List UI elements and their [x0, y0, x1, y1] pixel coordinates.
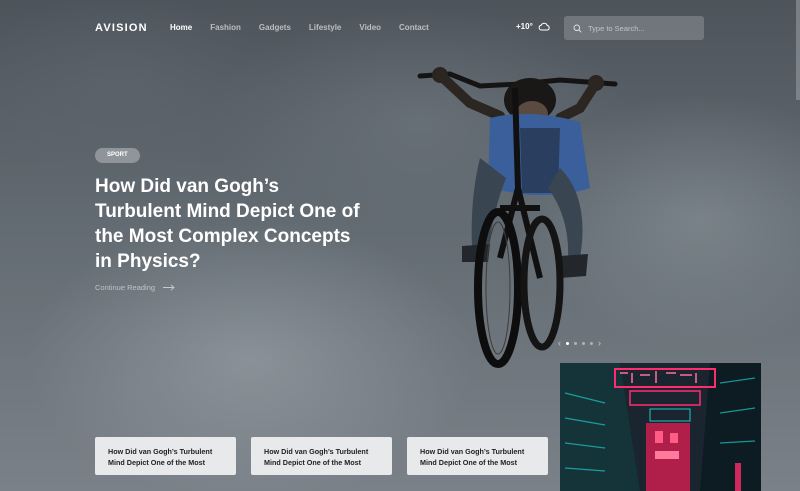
chevron-right-icon[interactable]: › [598, 338, 601, 348]
site-logo[interactable]: AVISION [95, 22, 148, 34]
main-nav: Home Fashion Gadgets Lifestyle Video Con… [170, 23, 447, 32]
slider-dot[interactable] [566, 341, 569, 345]
arrow-right-icon [163, 284, 175, 291]
slider-dot[interactable] [590, 341, 593, 345]
search-box[interactable] [564, 16, 704, 40]
hero-biker-image [417, 67, 618, 368]
category-tag[interactable]: SPORT [95, 148, 140, 163]
slider-dot[interactable] [574, 341, 577, 345]
slider-dot[interactable] [582, 341, 585, 345]
hero-headline[interactable]: How Did van Gogh’s Turbulent Mind Depict… [95, 174, 365, 274]
article-card[interactable]: How Did van Gogh’s Turbulent Mind Depict… [251, 437, 392, 475]
chevron-left-icon[interactable]: ‹ [558, 338, 561, 348]
search-input[interactable] [588, 23, 698, 33]
continue-reading-label: Continue Reading [95, 283, 156, 292]
nav-item-video[interactable]: Video [359, 23, 381, 32]
nav-item-home[interactable]: Home [170, 23, 192, 32]
search-icon [573, 24, 582, 33]
slider-controls: ‹ › [558, 338, 601, 348]
nav-item-contact[interactable]: Contact [399, 23, 429, 32]
nav-item-fashion[interactable]: Fashion [210, 23, 241, 32]
nav-item-lifestyle[interactable]: Lifestyle [309, 23, 341, 32]
article-card[interactable]: How Did van Gogh’s Turbulent Mind Depict… [95, 437, 236, 475]
site-header: AVISION Home Fashion Gadgets Lifestyle V… [0, 0, 800, 56]
nav-item-gadgets[interactable]: Gadgets [259, 23, 291, 32]
article-card[interactable]: How Did van Gogh’s Turbulent Mind Depict… [407, 437, 548, 475]
weather-temperature: +10° [516, 22, 533, 31]
continue-reading-link[interactable]: Continue Reading [95, 283, 175, 292]
weather-widget: +10° [516, 22, 550, 31]
neon-street-image[interactable] [560, 363, 761, 491]
cloud-icon [538, 22, 550, 31]
